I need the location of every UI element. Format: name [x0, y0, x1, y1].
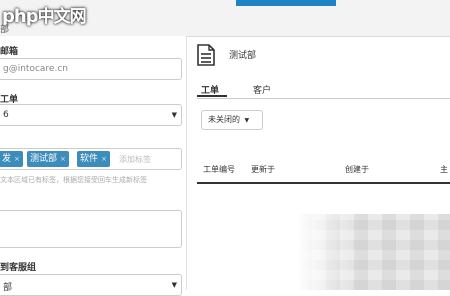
logo-text-zh: 中文网: [37, 7, 87, 27]
group-select[interactable]: 部 ▼: [0, 274, 182, 296]
tickets-table-header: 工单编号 更新于 创建于 主: [197, 158, 450, 184]
column-header[interactable]: 主: [440, 164, 448, 175]
status-filter-value: 未关闭的: [208, 115, 240, 124]
remove-tag-icon[interactable]: ×: [101, 155, 107, 163]
active-tab-underline: [197, 95, 227, 97]
caret-down-icon: ▼: [244, 117, 250, 124]
tag-placeholder: 添加标签: [119, 155, 151, 164]
tag-chip[interactable]: 软件 ×: [77, 151, 110, 167]
email-label: 邮箱: [0, 47, 19, 57]
caret-down-icon: ▼: [171, 281, 177, 289]
active-tab-indicator: [236, 0, 336, 6]
ticket-select[interactable]: 6 ▼: [0, 104, 182, 126]
top-bar: php中文网 部: [0, 0, 450, 37]
ticket-form-panel: 邮箱 g@intocare.cn 工单 6 ▼ 发 × 测试部 × 软件 × 添加标签…: [0, 36, 187, 296]
caret-down-icon: ▼: [171, 111, 177, 119]
remove-tag-icon[interactable]: ×: [60, 155, 66, 163]
column-header[interactable]: 工单编号: [203, 164, 235, 175]
detail-title: 测试部: [229, 51, 257, 61]
description-textarea[interactable]: [0, 210, 182, 248]
tab-customers[interactable]: 客户: [253, 83, 271, 96]
tag-chip[interactable]: 测试部 ×: [27, 151, 69, 167]
document-icon: [197, 44, 215, 66]
watermark-logo: php中文网: [2, 2, 87, 27]
status-filter-dropdown[interactable]: 未关闭的 ▼: [201, 110, 263, 130]
email-field[interactable]: g@intocare.cn: [0, 58, 182, 80]
column-header[interactable]: 创建于: [345, 164, 369, 175]
tag-chip[interactable]: 发 ×: [0, 151, 23, 167]
blurred-region: [298, 214, 450, 290]
email-value: g@intocare.cn: [3, 64, 68, 74]
partial-header-text: 部: [0, 25, 10, 35]
tag-hint: 文本区域已有标签，根据您接受回车生成新标签: [0, 176, 147, 184]
detail-tabs: 工单 客户: [197, 80, 450, 99]
ticket-select-value: 6: [3, 110, 9, 120]
group-label: 到客服组: [0, 263, 37, 273]
tag-input[interactable]: 发 × 测试部 × 软件 × 添加标签: [0, 148, 182, 170]
column-header[interactable]: 更新于: [251, 164, 275, 175]
remove-tag-icon[interactable]: ×: [14, 155, 20, 163]
group-select-value: 部: [3, 283, 13, 293]
